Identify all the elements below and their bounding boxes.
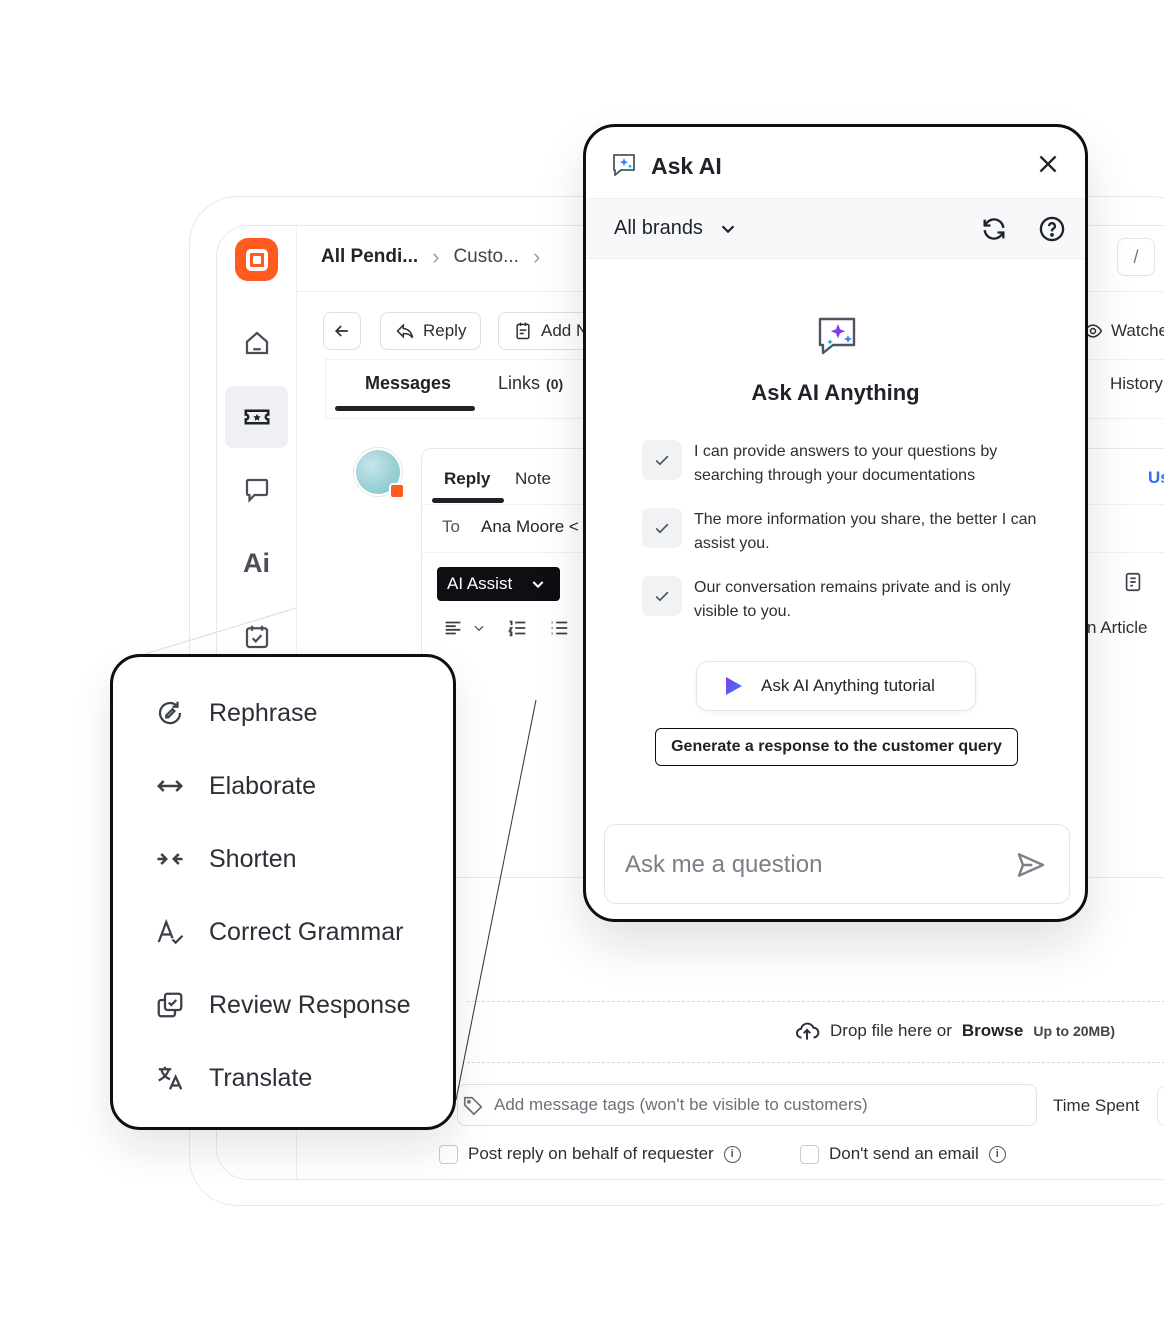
cloud-upload-icon xyxy=(796,1022,820,1040)
tag-icon xyxy=(463,1096,483,1116)
time-spent-input[interactable] xyxy=(1157,1086,1164,1126)
review-icon xyxy=(157,992,183,1018)
menu-item-rephrase[interactable]: Rephrase xyxy=(153,693,317,733)
play-icon xyxy=(726,677,742,695)
back-button[interactable] xyxy=(323,312,361,350)
post-on-behalf-option[interactable]: Post reply on behalf of requester i xyxy=(439,1144,741,1164)
chevron-down-icon xyxy=(532,581,544,589)
align-left-icon[interactable] xyxy=(442,617,464,639)
feature-item: Our conversation remains private and is … xyxy=(642,576,1042,624)
reply-icon xyxy=(396,323,414,339)
brand-logo[interactable] xyxy=(235,238,278,281)
side-link[interactable]: Us xyxy=(1148,468,1164,488)
check-icon xyxy=(642,508,682,548)
check-icon xyxy=(642,440,682,480)
tab-note[interactable]: Note xyxy=(515,469,551,489)
ask-ai-toolbar: All brands xyxy=(586,199,1085,259)
channel-badge xyxy=(389,483,405,499)
menu-item-elaborate[interactable]: Elaborate xyxy=(153,766,316,806)
check-icon xyxy=(642,576,682,616)
menu-item-correct-grammar[interactable]: Correct Grammar xyxy=(153,912,403,952)
info-icon[interactable]: i xyxy=(723,1145,741,1163)
ordered-list-icon[interactable] xyxy=(506,617,528,639)
active-tab-indicator xyxy=(335,406,475,411)
checkbox[interactable] xyxy=(439,1144,458,1164)
ask-ai-header: Ask AI xyxy=(586,127,1085,199)
browse-link[interactable]: Browse xyxy=(962,1021,1023,1041)
tags-input[interactable]: Add message tags (won't be visible to cu… xyxy=(457,1084,1037,1126)
bullet-list-icon[interactable] xyxy=(548,617,570,639)
active-tab-indicator xyxy=(432,498,504,503)
chevron-down-icon xyxy=(721,224,735,233)
send-icon[interactable] xyxy=(1015,849,1047,881)
reply-button[interactable]: Reply xyxy=(380,312,482,350)
tab-history[interactable]: History xyxy=(1110,374,1163,394)
watchers-button[interactable]: Watche xyxy=(1083,312,1164,350)
ask-ai-panel: Ask AI All brands Ask AI Anything I can … xyxy=(583,124,1088,922)
breadcrumb-item[interactable]: All Pendi... xyxy=(321,246,418,268)
ai-assist-button[interactable]: AI Assist xyxy=(437,567,561,601)
chevron-right-icon: › xyxy=(532,244,541,269)
to-label: To xyxy=(442,517,460,536)
article-icon[interactable] xyxy=(1122,571,1144,598)
ask-question-input[interactable]: Ask me a question xyxy=(604,824,1070,904)
note-icon xyxy=(516,322,530,340)
menu-item-translate[interactable]: Translate xyxy=(153,1058,312,1098)
refresh-icon[interactable] xyxy=(980,215,1008,243)
tab-links[interactable]: Links (0) xyxy=(498,373,563,394)
feature-item: I can provide answers to your questions … xyxy=(642,440,1042,488)
rephrase-icon xyxy=(158,701,182,725)
tab-messages[interactable]: Messages xyxy=(365,373,451,394)
ai-sparkle-icon xyxy=(613,154,635,176)
translate-icon xyxy=(158,1066,183,1090)
elaborate-icon xyxy=(156,780,184,792)
tickets-icon[interactable] xyxy=(225,386,288,448)
menu-item-review-response[interactable]: Review Response xyxy=(153,985,411,1025)
ai-sparkle-icon xyxy=(818,317,856,355)
attachment-dropzone[interactable]: Drop file here or Browse Up to 20MB) xyxy=(467,1001,1164,1063)
ask-ai-heading: Ask AI Anything xyxy=(751,380,920,405)
chat-icon[interactable] xyxy=(225,459,288,521)
arrow-left-icon xyxy=(334,325,348,337)
home-icon[interactable] xyxy=(225,312,288,374)
help-icon[interactable] xyxy=(1038,215,1066,243)
close-icon[interactable] xyxy=(1035,151,1061,177)
breadcrumb: All Pendi... › Custo... › xyxy=(321,244,540,270)
menu-item-shorten[interactable]: Shorten xyxy=(153,839,297,879)
breadcrumb-item[interactable]: Custo... xyxy=(453,246,518,268)
ai-nav-icon[interactable]: Ai xyxy=(225,532,288,594)
brand-selector[interactable]: All brands xyxy=(614,217,739,240)
grammar-icon xyxy=(157,918,184,945)
shorten-icon xyxy=(157,853,183,865)
recipient-chip[interactable]: Ana Moore < xyxy=(481,517,579,537)
info-icon[interactable]: i xyxy=(988,1145,1006,1163)
tutorial-button[interactable]: Ask AI Anything tutorial xyxy=(696,661,976,711)
search-shortcut[interactable]: / xyxy=(1117,238,1155,276)
dont-send-email-option[interactable]: Don't send an email i xyxy=(800,1144,1006,1164)
checkbox[interactable] xyxy=(800,1144,819,1164)
formatting-toolbar xyxy=(442,617,570,639)
chevron-down-icon[interactable] xyxy=(472,621,486,635)
insert-article-button[interactable]: n Article xyxy=(1087,618,1147,638)
time-spent-label: Time Spent xyxy=(1053,1096,1140,1115)
feature-item: The more information you share, the bett… xyxy=(642,508,1042,556)
tab-reply[interactable]: Reply xyxy=(444,469,490,489)
ai-assist-menu: Rephrase Elaborate Shorten Correct Gramm… xyxy=(110,654,456,1130)
generate-response-button[interactable]: Generate a response to the customer quer… xyxy=(655,728,1018,766)
panel-title: Ask AI xyxy=(651,153,722,179)
chevron-right-icon: › xyxy=(432,244,440,269)
